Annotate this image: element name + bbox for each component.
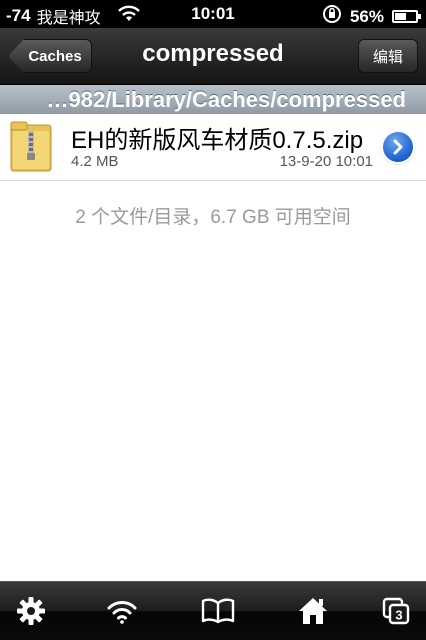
file-date: 13-9-20 10:01 [279,153,373,170]
edit-button[interactable]: 编辑 [358,39,418,73]
tab-bar: 3 [0,581,426,640]
detail-disclosure-button[interactable] [383,132,413,162]
rotation-lock-icon [322,4,342,29]
windows-count-badge: 3 [395,608,402,623]
battery-icon [392,10,421,23]
tab-windows[interactable]: 3 [366,582,426,640]
gear-icon [17,597,45,625]
file-size: 4.2 MB [71,153,119,170]
battery-fill [395,13,406,20]
zip-folder-icon [10,121,54,178]
battery-percent: 56% [349,6,384,26]
wifi-icon [107,601,137,624]
home-icon [299,598,327,624]
book-icon [201,598,235,624]
path-breadcrumb: …982/Library/Caches/compressed [0,85,426,114]
tab-bookmarks[interactable] [188,582,248,640]
storage-summary: 2 个文件/目录，6.7 GB 可用空间 [75,207,351,228]
tab-wifi[interactable] [92,582,152,640]
tab-home[interactable] [283,582,343,640]
status-right: 56% [322,4,421,29]
file-name: EH的新版风车材质0.7.5.zip [71,127,364,154]
chevron-right-icon [393,139,403,155]
windows-icon: 3 [382,597,410,625]
status-bar: -74 我是神攻 10:01 56% [0,0,426,28]
navigation-bar: Caches compressed 编辑 [0,28,426,85]
file-row[interactable]: EH的新版风车材质0.7.5.zip 4.2 MB 13-9-20 10:01 [0,114,426,181]
tab-settings[interactable] [1,582,61,640]
